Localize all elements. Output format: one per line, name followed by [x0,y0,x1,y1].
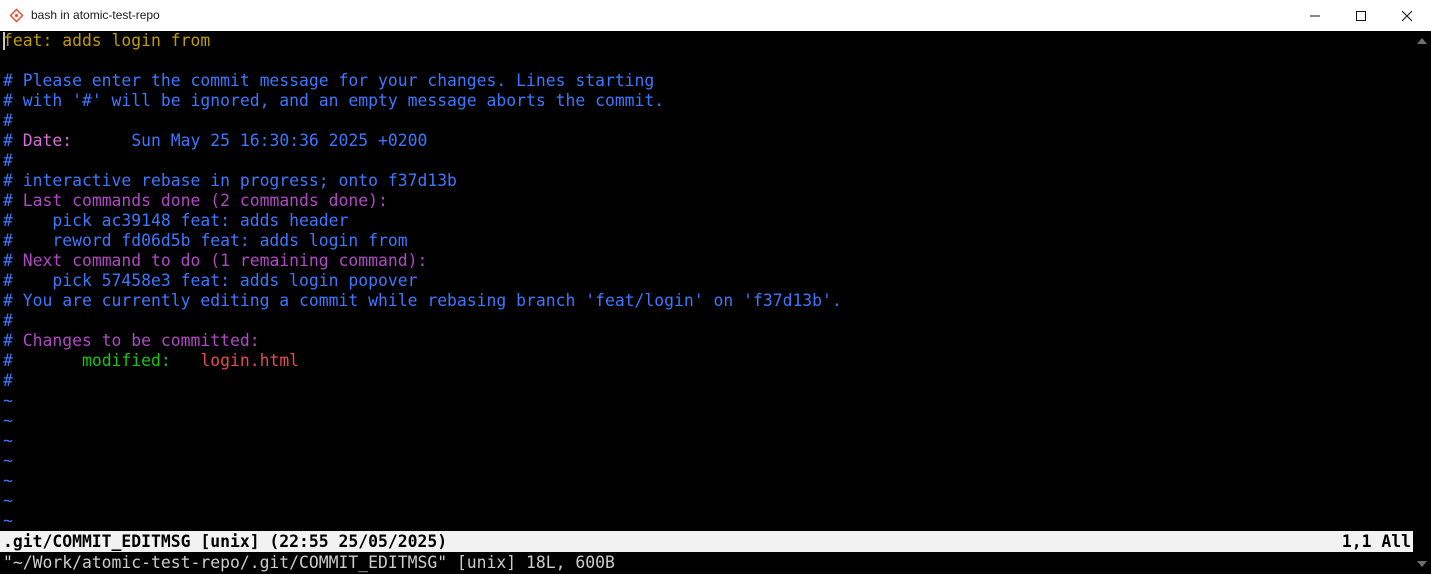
changes-heading: Changes to be committed: [22,331,260,350]
close-button[interactable] [1384,0,1430,31]
tilde-line: ~ [3,451,13,470]
comment-line[interactable]: # Please enter the commit message for yo… [3,71,654,91]
tilde-line: ~ [3,511,13,530]
maximize-icon [1356,10,1366,21]
tilde-line: ~ [3,471,13,490]
scroll-down-arrow-icon[interactable] [1417,561,1427,567]
comment-line[interactable]: # [3,371,13,391]
commit-subject-line[interactable]: feat: adds login from [3,31,210,51]
comment-line[interactable]: # You are currently editing a commit whi… [3,291,842,311]
next-command-line[interactable]: # Next command to do (1 remaining comman… [3,251,427,271]
last-commands-heading: Last commands done (2 commands done): [22,191,388,210]
modified-label: modified: [81,351,171,370]
changes-line[interactable]: # Changes to be committed: [3,331,260,351]
next-command-heading: Next command to do (1 remaining command)… [22,251,428,270]
maximize-button[interactable] [1338,0,1384,31]
comment-line[interactable]: # reword fd06d5b feat: adds login from [3,231,408,251]
comment-line[interactable]: # pick 57458e3 feat: adds login popover [3,271,417,291]
vertical-scrollbar[interactable] [1413,31,1431,574]
tilde-line: ~ [3,431,13,450]
minimize-button[interactable] [1292,0,1338,31]
tilde-line: ~ [3,491,13,510]
comment-line[interactable]: # [3,311,13,331]
date-line[interactable]: # Date: Sun May 25 16:30:36 2025 +0200 [3,131,427,151]
comment-line[interactable]: # [3,111,13,131]
vim-editor[interactable]: feat: adds login from # Please enter the… [0,31,1413,553]
comment-line[interactable]: # interactive rebase in progress; onto f… [3,171,457,191]
tilde-line: ~ [3,391,13,410]
title-bar[interactable]: bash in atomic-test-repo [0,0,1431,32]
git-bash-icon [9,8,24,23]
status-cursor-position: 1,1 All [1341,532,1411,551]
modified-line[interactable]: # modified: login.html [3,351,299,371]
modified-file: login.html [200,351,300,370]
scroll-up-arrow-icon[interactable] [1417,38,1427,44]
comment-line[interactable]: # pick ac39148 feat: adds header [3,211,348,231]
vim-status-line: .git/COMMIT_EDITMSG [unix] (22:55 25/05/… [0,531,1413,552]
status-file-info: .git/COMMIT_EDITMSG [unix] (22:55 25/05/… [3,532,448,551]
comment-line[interactable]: # with '#' will be ignored, and an empty… [3,91,664,111]
minimize-icon [1310,15,1320,16]
close-icon [1402,10,1412,21]
terminal-window: bash in atomic-test-repo feat: adds logi… [0,0,1431,574]
comment-line[interactable]: # [3,151,13,171]
date-key: Date: [22,131,73,150]
last-commands-line[interactable]: # Last commands done (2 commands done): [3,191,388,211]
tilde-line: ~ [3,411,13,430]
window-title: bash in atomic-test-repo [31,8,160,22]
vim-command-line[interactable]: "~/Work/atomic-test-repo/.git/COMMIT_EDI… [3,552,615,573]
date-value: Sun May 25 16:30:36 2025 +0200 [131,131,428,150]
